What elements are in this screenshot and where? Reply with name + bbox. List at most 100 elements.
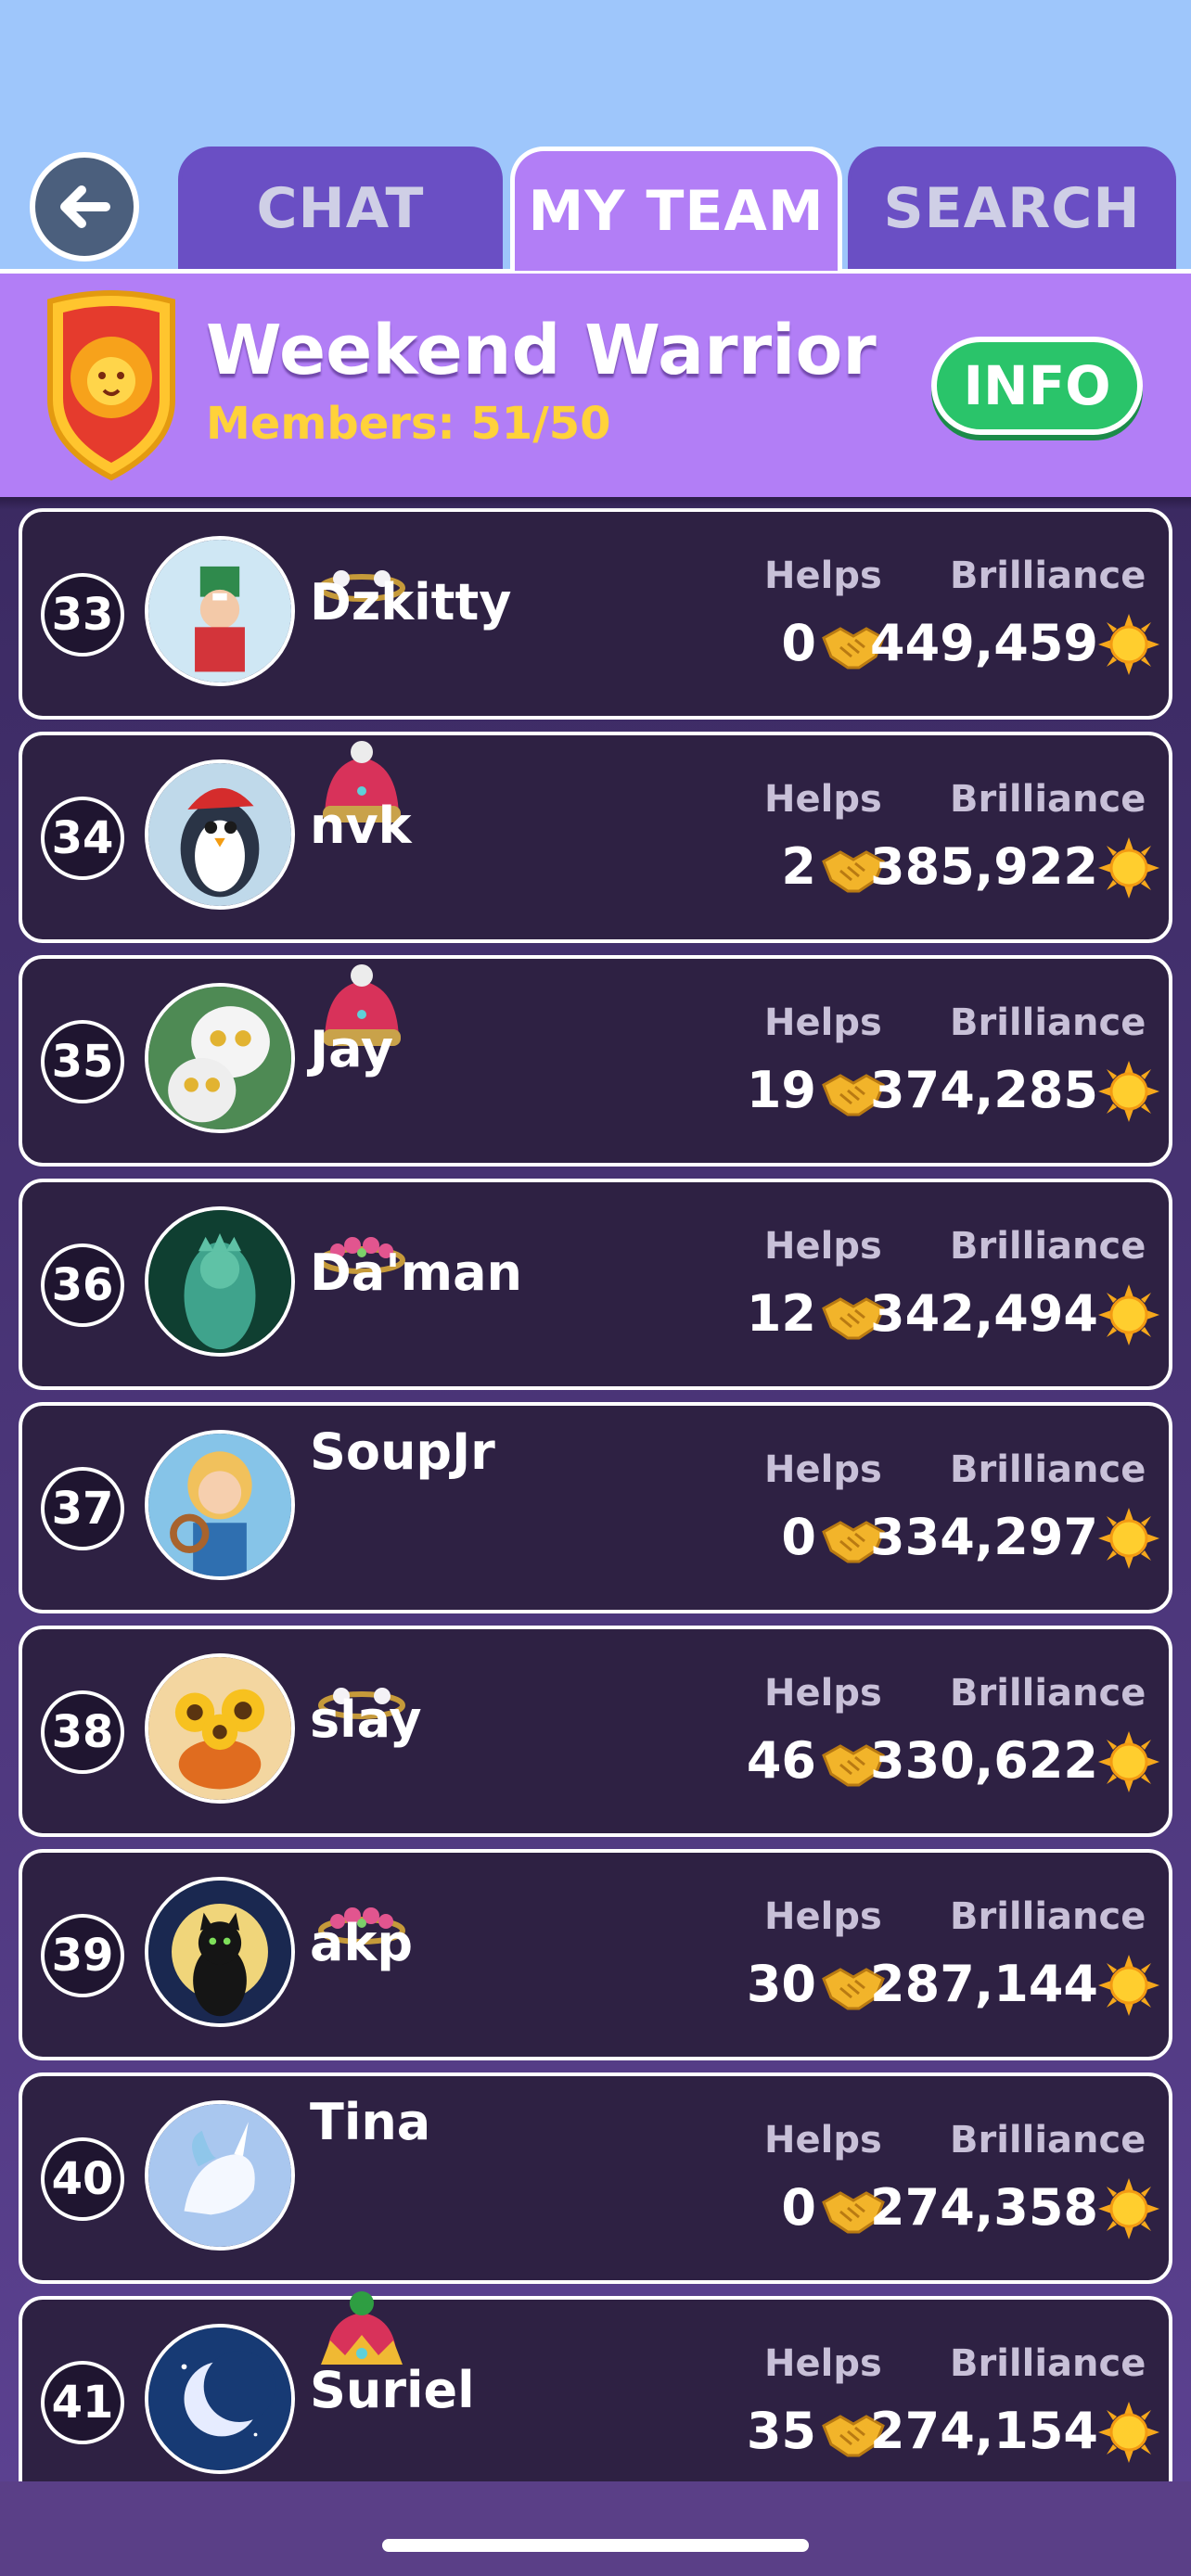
helps-label: Helps [764,1225,882,1268]
brilliance-sun-icon [1098,1061,1159,1122]
team-name: Weekend Warrior [206,311,877,390]
brilliance-label: Brilliance [950,1672,1146,1715]
tab-search[interactable]: SEARCH [848,147,1176,271]
brilliance-value: 385,922 [870,837,1098,896]
brilliance-sun-icon [1098,2178,1159,2239]
header-shadow [0,497,1191,510]
home-indicator[interactable] [382,2539,809,2552]
brilliance-sun-icon [1098,1955,1159,2016]
avatar[interactable] [145,536,295,686]
brilliance-value: 334,297 [870,1508,1098,1566]
member-row[interactable]: 36 Da'man Helps Brilliance 12 342,494 [19,1179,1172,1390]
tab-chat[interactable]: CHAT [178,147,503,271]
member-name: SoupJr [310,1422,495,1481]
member-name: akp [310,1914,414,1972]
brilliance-label: Brilliance [950,555,1146,597]
member-row[interactable]: 35 Jay Helps Brilliance 19 374,285 [19,955,1172,1167]
member-name: Da'man [310,1243,522,1302]
helps-value: 2 [781,837,816,896]
brilliance-label: Brilliance [950,2119,1146,2162]
brilliance-label: Brilliance [950,778,1146,821]
info-button[interactable]: INFO [931,337,1143,435]
brilliance-sun-icon [1098,614,1159,675]
member-name: Suriel [310,2361,475,2419]
member-name: nvk [310,797,412,855]
member-list[interactable]: 33 Dzkitty Helps Brilliance 0 449,459 34 nvk Hel… [0,497,1191,2481]
avatar[interactable] [145,759,295,910]
member-name: Dzkitty [310,573,512,631]
member-name: slay [310,1690,422,1749]
brilliance-label: Brilliance [950,1001,1146,1044]
brilliance-value: 330,622 [870,1731,1098,1790]
helps-value: 0 [781,2178,816,2237]
helps-value: 30 [746,1955,816,2013]
brilliance-label: Brilliance [950,2342,1146,2385]
helps-label: Helps [764,555,882,597]
rank-badge: 35 [41,1020,124,1103]
crescent-moon-avatar [148,2327,291,2470]
liberty-statue-avatar [148,1210,291,1353]
team-header: Weekend Warrior Members: 51/50 INFO [0,269,1191,510]
rank-badge: 37 [41,1467,124,1550]
avatar[interactable] [145,1877,295,2027]
helps-value: 46 [746,1731,816,1790]
member-row[interactable]: 33 Dzkitty Helps Brilliance 0 449,459 [19,508,1172,720]
helps-label: Helps [764,778,882,821]
helps-value: 19 [746,1061,816,1119]
nutcracker-avatar [148,540,291,682]
brilliance-value: 274,358 [870,2178,1098,2237]
helps-value: 0 [781,614,816,672]
helps-value: 0 [781,1508,816,1566]
snowy-owls-avatar [148,987,291,1129]
brilliance-value: 287,144 [870,1955,1098,2013]
sunflowers-avatar [148,1657,291,1800]
helps-label: Helps [764,2342,882,2385]
brilliance-sun-icon [1098,1508,1159,1569]
brilliance-sun-icon [1098,1284,1159,1345]
helps-value: 35 [746,2402,816,2460]
brilliance-label: Brilliance [950,1225,1146,1268]
member-name: Tina [310,2093,431,2151]
rank-badge: 39 [41,1914,124,1997]
brilliance-value: 342,494 [870,1284,1098,1343]
member-row[interactable]: 38 slay Helps Brilliance 46 330,622 [19,1626,1172,1837]
arrow-left-icon [60,185,110,228]
black-cat-avatar [148,1881,291,2023]
avatar[interactable] [145,1430,295,1580]
penguin-avatar [148,763,291,906]
member-row[interactable]: 39 akp Helps Brilliance 30 287,144 [19,1849,1172,2060]
helps-label: Helps [764,1895,882,1938]
rank-badge: 34 [41,797,124,880]
brilliance-value: 374,285 [870,1061,1098,1119]
members-count: Members: 51/50 [206,398,611,450]
unicorn-avatar [148,2104,291,2247]
back-button[interactable] [30,152,139,261]
rank-badge: 40 [41,2137,124,2221]
helps-label: Helps [764,2119,882,2162]
helps-label: Helps [764,1448,882,1491]
member-row[interactable]: 40 Tina Helps Brilliance 0 274,358 [19,2072,1172,2284]
tab-my-team[interactable]: MY TEAM [510,147,842,271]
avatar[interactable] [145,1653,295,1804]
brilliance-sun-icon [1098,837,1159,899]
helps-value: 12 [746,1284,816,1343]
rank-badge: 36 [41,1243,124,1327]
helps-label: Helps [764,1001,882,1044]
avatar[interactable] [145,2100,295,2251]
pretzel-girl-avatar [148,1434,291,1576]
brilliance-label: Brilliance [950,1448,1146,1491]
rank-badge: 33 [41,573,124,657]
member-row[interactable]: 41 Suriel Helps Brilliance 35 274,154 [19,2291,1172,2481]
lion-shield-icon [47,290,175,481]
member-row[interactable]: 34 nvk Helps Brilliance 2 385,922 [19,732,1172,943]
avatar[interactable] [145,2324,295,2474]
helps-label: Helps [764,1672,882,1715]
member-row[interactable]: 37 SoupJr Helps Brilliance 0 334,297 [19,1402,1172,1613]
avatar[interactable] [145,1206,295,1357]
rank-badge: 38 [41,1690,124,1774]
member-name: Jay [310,1020,394,1078]
bottom-bar [0,2481,1191,2576]
avatar[interactable] [145,983,295,1133]
brilliance-value: 274,154 [870,2402,1098,2460]
brilliance-label: Brilliance [950,1895,1146,1938]
